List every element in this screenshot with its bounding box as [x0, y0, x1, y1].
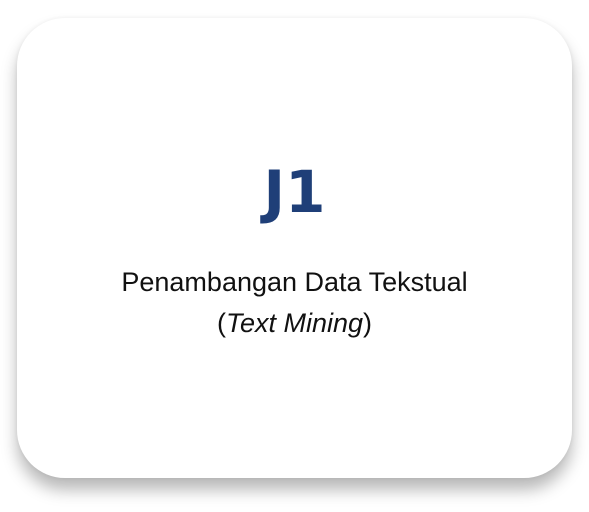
course-subtitle-text: Text Mining: [225, 308, 364, 338]
course-code: J1: [263, 158, 326, 226]
course-title: Penambangan Data Tekstual: [121, 267, 468, 297]
course-subtitle: (Text Mining): [216, 308, 373, 338]
course-card[interactable]: [17, 18, 572, 478]
